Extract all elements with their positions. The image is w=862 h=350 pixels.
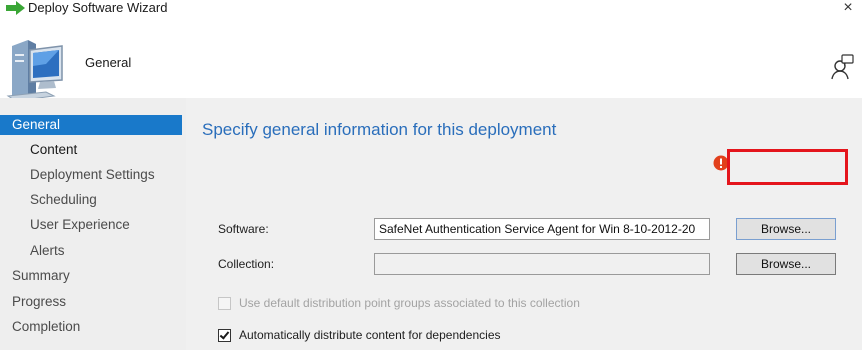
sidebar-item-content[interactable]: Content xyxy=(0,140,182,160)
computer-icon xyxy=(6,40,63,102)
software-label: Software: xyxy=(218,222,269,236)
software-field[interactable]: SafeNet Authentication Service Agent for… xyxy=(374,218,710,240)
window-title: Deploy Software Wizard xyxy=(28,0,168,15)
sidebar-item-progress[interactable]: Progress xyxy=(0,292,182,312)
section-title: Specify general information for this dep… xyxy=(202,120,557,139)
sidebar-item-deployment-settings[interactable]: Deployment Settings xyxy=(0,165,182,185)
auto-distribute-checkbox[interactable] xyxy=(218,328,231,342)
title-bar: Deploy Software Wizard × xyxy=(0,0,862,18)
sidebar-item-user-experience[interactable]: User Experience xyxy=(0,215,182,235)
main-panel: Specify general information for this dep… xyxy=(186,98,862,350)
sidebar-item-alerts[interactable]: Alerts xyxy=(0,241,182,261)
collection-field[interactable] xyxy=(374,253,710,275)
auto-distribute-row: Automatically distribute content for dep… xyxy=(218,326,501,344)
page-title: General xyxy=(85,55,132,70)
wizard-header: General xyxy=(0,18,862,102)
software-browse-button[interactable]: Browse... xyxy=(736,218,836,240)
use-default-dp-checkbox[interactable] xyxy=(218,296,231,310)
browse-highlight-box xyxy=(727,149,848,185)
sidebar-item-completion[interactable]: Completion xyxy=(0,317,182,337)
sidebar-item-summary[interactable]: Summary xyxy=(0,266,182,286)
close-button[interactable]: × xyxy=(836,0,860,18)
collection-browse-button[interactable]: Browse... xyxy=(736,253,836,275)
auto-distribute-label: Automatically distribute content for dep… xyxy=(239,328,501,342)
use-default-dp-label: Use default distribution point groups as… xyxy=(239,296,580,310)
collection-label: Collection: xyxy=(218,257,275,271)
green-arrow-icon xyxy=(6,1,25,15)
use-default-dp-row: Use default distribution point groups as… xyxy=(218,294,580,312)
sidebar-item-general[interactable]: General xyxy=(0,115,182,135)
help-person-icon[interactable] xyxy=(830,54,854,80)
sidebar-item-scheduling[interactable]: Scheduling xyxy=(0,190,182,210)
wizard-sidebar: General Content Deployment Settings Sche… xyxy=(0,98,186,350)
checkmark-icon xyxy=(219,328,230,340)
